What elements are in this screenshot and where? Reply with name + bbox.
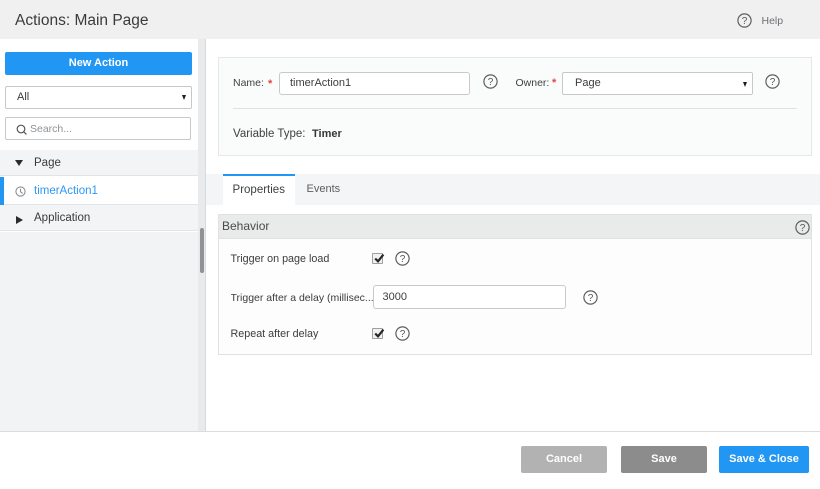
svg-text:?: ? (769, 76, 775, 87)
svg-text:?: ? (399, 254, 405, 265)
svg-text:?: ? (487, 76, 493, 87)
svg-text:?: ? (742, 16, 748, 27)
svg-text:?: ? (399, 329, 405, 340)
svg-text:?: ? (587, 293, 593, 304)
svg-text:?: ? (799, 223, 805, 234)
